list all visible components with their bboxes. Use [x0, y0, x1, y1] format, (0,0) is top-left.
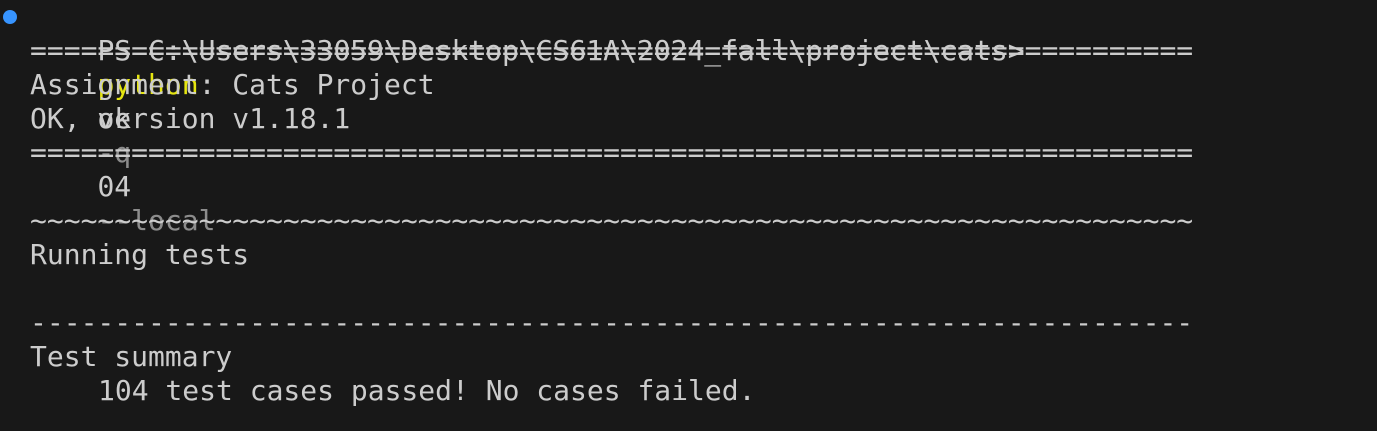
separator-equals-bottom: ========================================… [30, 136, 1194, 169]
separator-dash: ----------------------------------------… [30, 306, 1194, 339]
command-line: PS C:\Users\33059\Desktop\CS61A\2024_fal… [30, 0, 1024, 237]
command-status-dot-icon[interactable] [3, 10, 17, 24]
version-line: OK, version v1.18.1 [30, 102, 351, 135]
command-arg-question: 04 [97, 170, 132, 203]
terminal-panel[interactable]: PS C:\Users\33059\Desktop\CS61A\2024_fal… [0, 0, 1377, 431]
assignment-line: Assignment: Cats Project [30, 68, 435, 101]
test-summary-result: 104 test cases passed! No cases failed. [98, 374, 756, 407]
running-tests-line: Running tests [30, 238, 250, 271]
test-summary-title: Test summary [30, 340, 233, 373]
separator-equals-top: ========================================… [30, 34, 1194, 67]
separator-tilde: ~~~~~~~~~~~~~~~~~~~~~~~~~~~~~~~~~~~~~~~~… [30, 204, 1194, 237]
